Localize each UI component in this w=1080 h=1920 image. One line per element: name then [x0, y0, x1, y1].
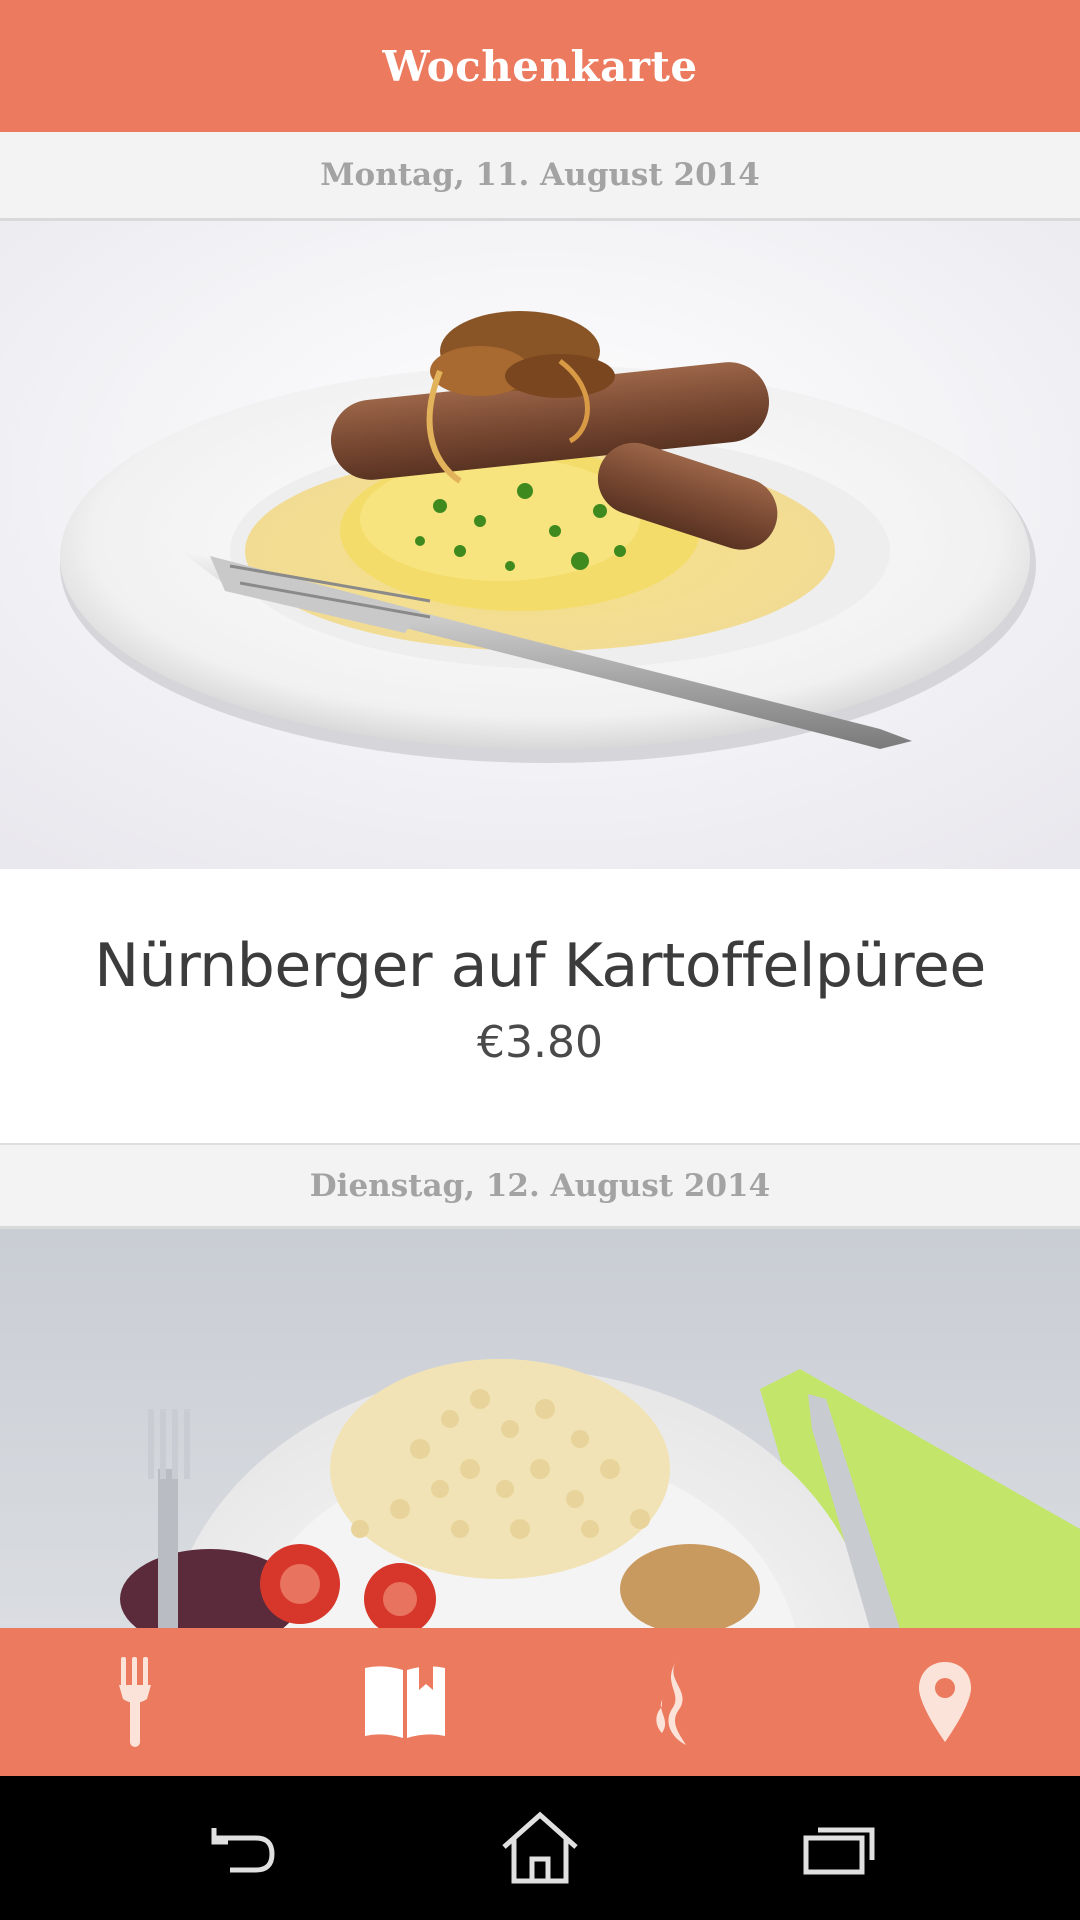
back-icon: [211, 1828, 275, 1873]
map-pin-icon: [919, 1662, 971, 1742]
nav-menu-book[interactable]: [335, 1632, 475, 1772]
dish-card[interactable]: Nürnberger auf Kartoffelpüree €3.80: [0, 869, 1080, 1143]
menu-list[interactable]: Montag, 11. August 2014 Nürnberger auf K…: [0, 132, 1080, 1628]
steam-icon: [656, 1659, 686, 1745]
nav-fork[interactable]: [65, 1632, 205, 1772]
nav-location[interactable]: [875, 1632, 1015, 1772]
system-navigation-bar: [0, 1776, 1080, 1920]
app-bar: Wochenkarte: [0, 0, 1080, 132]
fork-icon: [119, 1657, 151, 1747]
system-recent-apps-button[interactable]: [780, 1788, 900, 1908]
dish-photo-sausages[interactable]: [0, 221, 1080, 869]
day-header-tuesday: Dienstag, 12. August 2014: [0, 1143, 1080, 1229]
dish-photo-spaetzle[interactable]: [0, 1229, 1080, 1628]
day-header-label: Dienstag, 12. August 2014: [309, 1167, 771, 1204]
nav-hot[interactable]: [605, 1632, 745, 1772]
dish-price: €3.80: [477, 1017, 603, 1068]
page-title: Wochenkarte: [382, 41, 698, 91]
day-header-label: Montag, 11. August 2014: [320, 157, 760, 193]
dish-name: Nürnberger auf Kartoffelpüree: [94, 931, 986, 1001]
home-icon: [502, 1811, 578, 1884]
day-header-monday: Montag, 11. August 2014: [0, 132, 1080, 221]
recent-apps-icon: [803, 1827, 875, 1875]
system-home-button[interactable]: [480, 1788, 600, 1908]
system-back-button[interactable]: [180, 1788, 300, 1908]
book-bookmark-icon: [365, 1666, 445, 1738]
bottom-navigation: [0, 1628, 1080, 1776]
